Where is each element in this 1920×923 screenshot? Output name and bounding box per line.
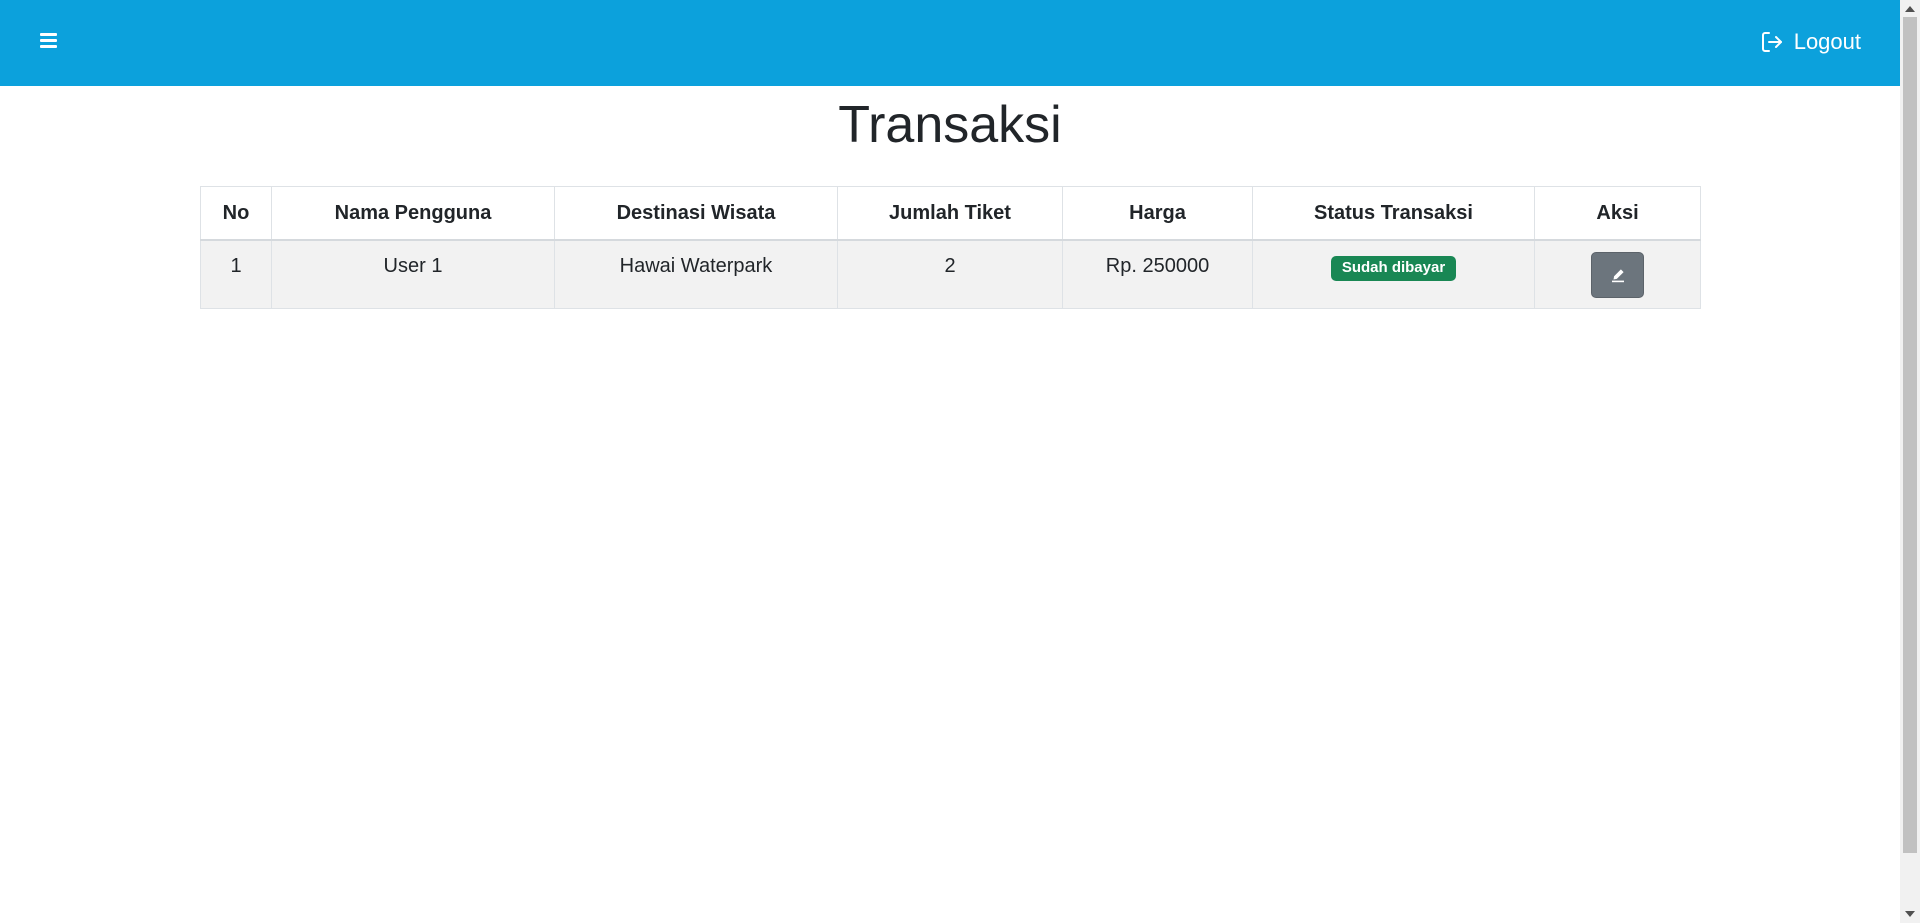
vertical-scrollbar[interactable] (1900, 0, 1920, 923)
cell-no: 1 (200, 239, 272, 309)
header-harga: Harga (1062, 186, 1253, 241)
table-header-row: No Nama Pengguna Destinasi Wisata Jumlah… (200, 186, 1701, 241)
header-nama-pengguna: Nama Pengguna (271, 186, 555, 241)
header-no: No (200, 186, 272, 241)
header-jumlah-tiket: Jumlah Tiket (837, 186, 1063, 241)
scroll-up-icon[interactable] (1905, 6, 1915, 12)
header-aksi: Aksi (1534, 186, 1701, 241)
transaction-table: No Nama Pengguna Destinasi Wisata Jumlah… (200, 186, 1701, 309)
cell-harga: Rp. 250000 (1062, 239, 1253, 309)
logout-button[interactable]: Logout (1760, 26, 1861, 58)
cell-status: Sudah dibayar (1252, 239, 1535, 309)
pencil-icon (1611, 269, 1624, 283)
hamburger-icon[interactable] (40, 33, 58, 51)
header-status-transaksi: Status Transaksi (1252, 186, 1535, 241)
header-destinasi-wisata: Destinasi Wisata (554, 186, 838, 241)
cell-destinasi-wisata: Hawai Waterpark (554, 239, 838, 309)
logout-icon (1761, 32, 1782, 52)
cell-jumlah-tiket: 2 (837, 239, 1063, 309)
cell-aksi (1534, 239, 1701, 309)
edit-button[interactable] (1591, 252, 1644, 298)
cell-nama-pengguna: User 1 (271, 239, 555, 309)
page-title: Transaksi (838, 96, 1062, 154)
status-badge: Sudah dibayar (1330, 256, 1457, 281)
logout-label[interactable]: Logout (1794, 29, 1861, 55)
table-row: 1 User 1 Hawai Waterpark 2 Rp. 250000 Su… (200, 239, 1701, 309)
transaction-table-container: No Nama Pengguna Destinasi Wisata Jumlah… (200, 186, 1701, 309)
top-navbar: Logout (0, 0, 1900, 86)
page: Logout Transaksi No Nama Pengguna Destin… (0, 0, 1920, 923)
scroll-down-icon[interactable] (1905, 911, 1915, 917)
scrollbar-thumb[interactable] (1903, 17, 1917, 853)
